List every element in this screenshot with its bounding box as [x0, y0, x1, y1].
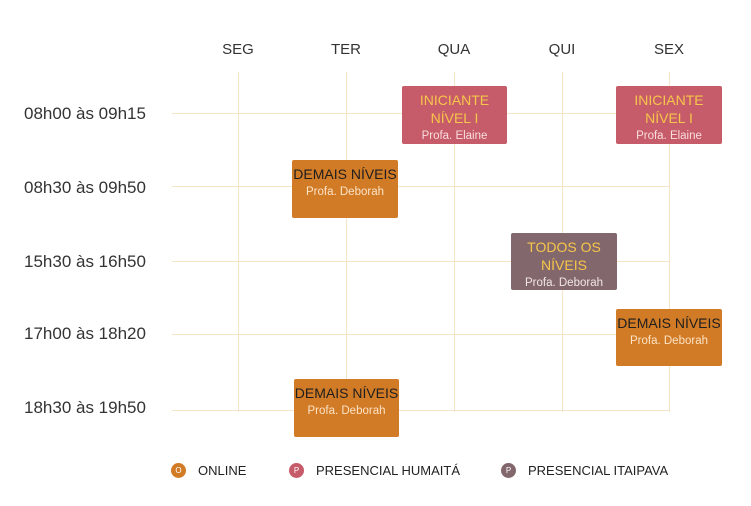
class-title: DEMAIS NÍVEIS: [617, 315, 721, 331]
legend-label: PRESENCIAL HUMAITÁ: [316, 462, 460, 478]
day-header-qua: QUA: [437, 41, 471, 58]
class-teacher: Profa. Deborah: [525, 277, 603, 289]
class-block-sex-0800[interactable]: INICIANTE NÍVEL I Profa. Elaine: [616, 86, 722, 144]
class-teacher: Profa. Deborah: [630, 335, 708, 347]
time-label: 18h30 às 19h50: [24, 398, 146, 417]
legend-online: O ONLINE: [171, 462, 246, 478]
class-title: DEMAIS NÍVEIS: [294, 385, 399, 401]
class-title: INICIANTE NÍVEL I: [419, 92, 490, 126]
legend-label: PRESENCIAL ITAIPAVA: [528, 462, 669, 478]
class-teacher: Profa. Elaine: [636, 130, 702, 142]
class-block-sex-1700[interactable]: DEMAIS NÍVEIS Profa. Deborah: [616, 309, 722, 366]
class-block-ter-0830[interactable]: DEMAIS NÍVEIS Profa. Deborah: [292, 160, 398, 218]
time-label: 08h00 às 09h15: [24, 104, 146, 123]
day-header-sex: SEX: [653, 41, 684, 58]
class-teacher: Profa. Deborah: [306, 186, 384, 198]
grid-line: [172, 410, 670, 411]
class-title: TODOS OS NÍVEIS: [527, 239, 601, 273]
time-label: 15h30 às 16h50: [24, 252, 146, 271]
grid-line: [346, 72, 347, 412]
day-header-ter: TER: [331, 41, 361, 58]
legend-presencial-humaita: P PRESENCIAL HUMAITÁ: [289, 462, 460, 478]
legend-presencial-itaipava: P PRESENCIAL ITAIPAVA: [501, 462, 668, 478]
legend-label: ONLINE: [198, 462, 247, 478]
grid-line: [172, 186, 670, 187]
class-teacher: Profa. Elaine: [421, 130, 488, 142]
class-teacher: Profa. Deborah: [307, 405, 386, 417]
time-label: 17h00 às 18h20: [24, 324, 146, 343]
grid-line: [238, 72, 239, 412]
class-title: INICIANTE NÍVEL I: [634, 92, 704, 126]
day-header-qui: QUI: [548, 41, 576, 58]
legend-online-dot-icon: O: [171, 462, 186, 478]
class-block-qui-1530[interactable]: TODOS OS NÍVEIS Profa. Deborah: [511, 233, 617, 290]
legend-itaipava-dot-icon: P: [501, 462, 516, 478]
class-block-qua-0800[interactable]: INICIANTE NÍVEL I Profa. Elaine: [402, 86, 507, 144]
day-header-seg: SEG: [222, 41, 254, 58]
legend-humaita-dot-icon: P: [289, 462, 304, 478]
grid-line: [172, 334, 670, 335]
class-title: DEMAIS NÍVEIS: [293, 166, 397, 182]
class-block-ter-1830[interactable]: DEMAIS NÍVEIS Profa. Deborah: [294, 379, 399, 437]
time-label: 08h30 às 09h50: [24, 178, 146, 197]
